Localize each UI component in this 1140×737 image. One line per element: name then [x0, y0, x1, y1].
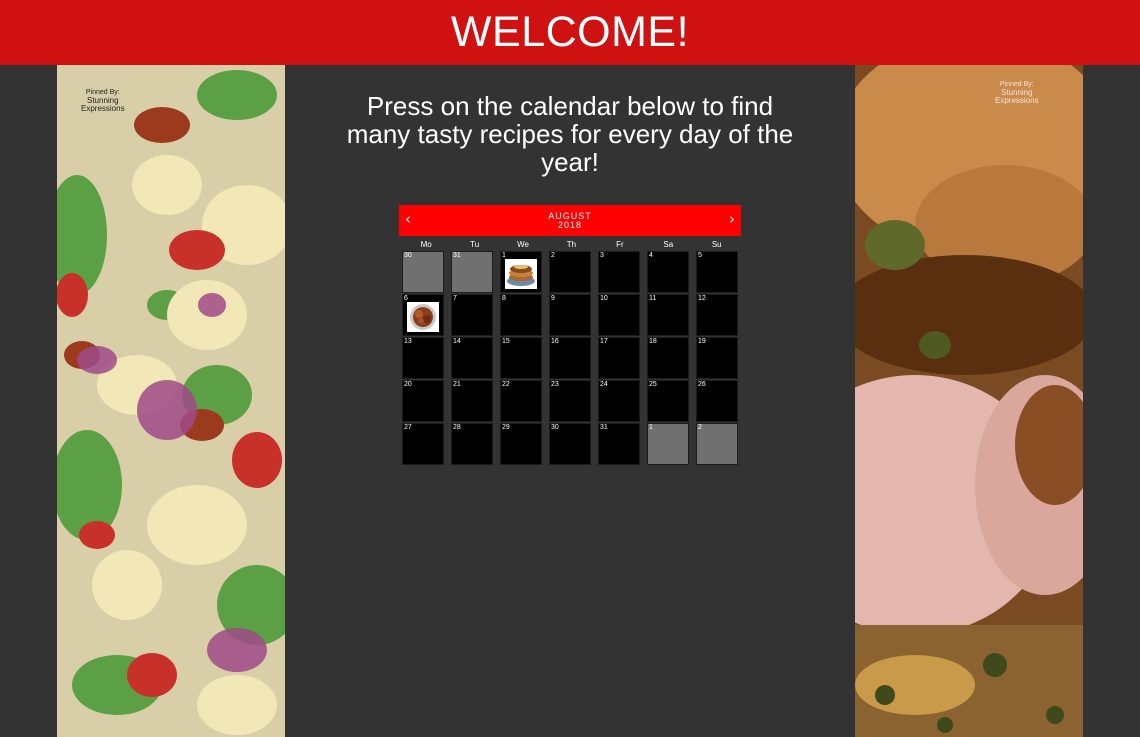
calendar-day[interactable]: 12	[696, 294, 738, 336]
day-number: 30	[404, 252, 412, 259]
calendar-day[interactable]: 26	[696, 380, 738, 422]
calendar-day[interactable]: 24	[598, 380, 640, 422]
day-number: 31	[600, 424, 608, 431]
weekday-label: Su	[711, 240, 722, 249]
weekday-label: Fr	[616, 240, 624, 249]
calendar-day[interactable]: 16	[549, 337, 591, 379]
day-number: 7	[453, 295, 457, 302]
day-number: 1	[649, 424, 653, 431]
day-number: 25	[649, 381, 657, 388]
banner-title: WELCOME!	[450, 8, 690, 56]
day-number: 2	[698, 424, 702, 431]
calendar-day[interactable]: 2	[549, 251, 591, 293]
weekday-label: Tu	[470, 240, 480, 249]
calendar-day[interactable]: 20	[402, 380, 444, 422]
calendar-day[interactable]: 9	[549, 294, 591, 336]
day-number: 13	[404, 338, 412, 345]
calendar-day[interactable]: 13	[402, 337, 444, 379]
calendar-day[interactable]: 31	[598, 423, 640, 465]
calendar-day[interactable]: 1	[647, 423, 689, 465]
day-number: 19	[698, 338, 706, 345]
calendar-day[interactable]: 22	[500, 380, 542, 422]
calendar-day[interactable]: 14	[451, 337, 493, 379]
calendar-day-with-recipe[interactable]: 1	[500, 251, 542, 293]
day-number: 22	[502, 381, 510, 388]
day-number: 3	[600, 252, 604, 259]
pasta-salad-photo: Pinned By: Stunning Expressions	[57, 65, 285, 737]
day-number: 9	[551, 295, 555, 302]
calendar-day[interactable]: 21	[451, 380, 493, 422]
day-number: 6	[404, 295, 408, 302]
calendar-day[interactable]: 19	[696, 337, 738, 379]
day-number: 17	[600, 338, 608, 345]
calendar-day[interactable]: 25	[647, 380, 689, 422]
calendar-day[interactable]: 30	[402, 251, 444, 293]
day-number: 18	[649, 338, 657, 345]
day-number: 27	[404, 424, 412, 431]
day-number: 11	[649, 295, 657, 302]
day-number: 4	[649, 252, 653, 259]
calendar-year: 2018	[557, 219, 583, 230]
calendar-day[interactable]: 30	[549, 423, 591, 465]
weekday-label: Mo	[420, 240, 432, 249]
day-number: 1	[502, 252, 506, 259]
day-number: 2	[551, 252, 555, 259]
calendar-day[interactable]: 10	[598, 294, 640, 336]
calendar-day[interactable]: 31	[451, 251, 493, 293]
day-number: 26	[698, 381, 706, 388]
calendar-day[interactable]: 27	[402, 423, 444, 465]
calendar-day-with-recipe[interactable]: 6	[402, 294, 444, 336]
calendar-day[interactable]: 5	[696, 251, 738, 293]
calendar-day[interactable]: 18	[647, 337, 689, 379]
day-number: 24	[600, 381, 608, 388]
day-number: 8	[502, 295, 506, 302]
welcome-banner: WELCOME!	[0, 0, 1140, 65]
calendar-day[interactable]: 3	[598, 251, 640, 293]
calendar-grid: 30 31 1 2 3 4 5 6 7 8 9 10 11 12 13 14 15 16 17 18 19 20 21 22 2…	[399, 251, 741, 465]
calendar-day[interactable]: 15	[500, 337, 542, 379]
recipe-calendar: ‹ AUGUST 2018 › Mo Tu We Th Fr Sa Su 30 3…	[399, 205, 741, 465]
day-number: 23	[551, 381, 559, 388]
weekday-label: Th	[566, 240, 577, 249]
calendar-day[interactable]: 4	[647, 251, 689, 293]
calendar-day[interactable]: 11	[647, 294, 689, 336]
calendar-day[interactable]: 28	[451, 423, 493, 465]
watermark-left: Pinned By: Stunning Expressions	[81, 89, 125, 113]
day-number: 14	[453, 338, 461, 345]
day-number: 21	[453, 381, 461, 388]
day-number: 30	[551, 424, 559, 431]
day-number: 5	[698, 252, 702, 259]
calendar-header: ‹ AUGUST 2018 ›	[399, 205, 741, 236]
pancakes-thumbnail[interactable]	[505, 259, 537, 289]
calendar-day[interactable]: 2	[696, 423, 738, 465]
calendar-day[interactable]: 29	[500, 423, 542, 465]
day-number: 12	[698, 295, 706, 302]
calendar-day[interactable]: 7	[451, 294, 493, 336]
next-month-icon[interactable]: ›	[729, 211, 735, 228]
day-number: 29	[502, 424, 510, 431]
glazed-meat-thumbnail[interactable]	[407, 302, 439, 332]
day-number: 15	[502, 338, 510, 345]
calendar-day[interactable]: 23	[549, 380, 591, 422]
watermark-right: Pinned By: Stunning Expressions	[995, 81, 1039, 105]
day-number: 20	[404, 381, 412, 388]
weekday-label: We	[517, 240, 529, 249]
weekday-label: Sa	[663, 240, 674, 249]
prev-month-icon[interactable]: ‹	[405, 211, 411, 228]
day-number: 28	[453, 424, 461, 431]
weekday-row: Mo Tu We Th Fr Sa Su	[399, 238, 741, 251]
glazed-meat-photo: Pinned By: Stunning Expressions	[855, 65, 1083, 737]
intro-text: Press on the calendar below to find many…	[346, 91, 794, 177]
calendar-day[interactable]: 8	[500, 294, 542, 336]
day-number: 10	[600, 295, 608, 302]
day-number: 31	[453, 252, 461, 259]
day-number: 16	[551, 338, 559, 345]
calendar-day[interactable]: 17	[598, 337, 640, 379]
